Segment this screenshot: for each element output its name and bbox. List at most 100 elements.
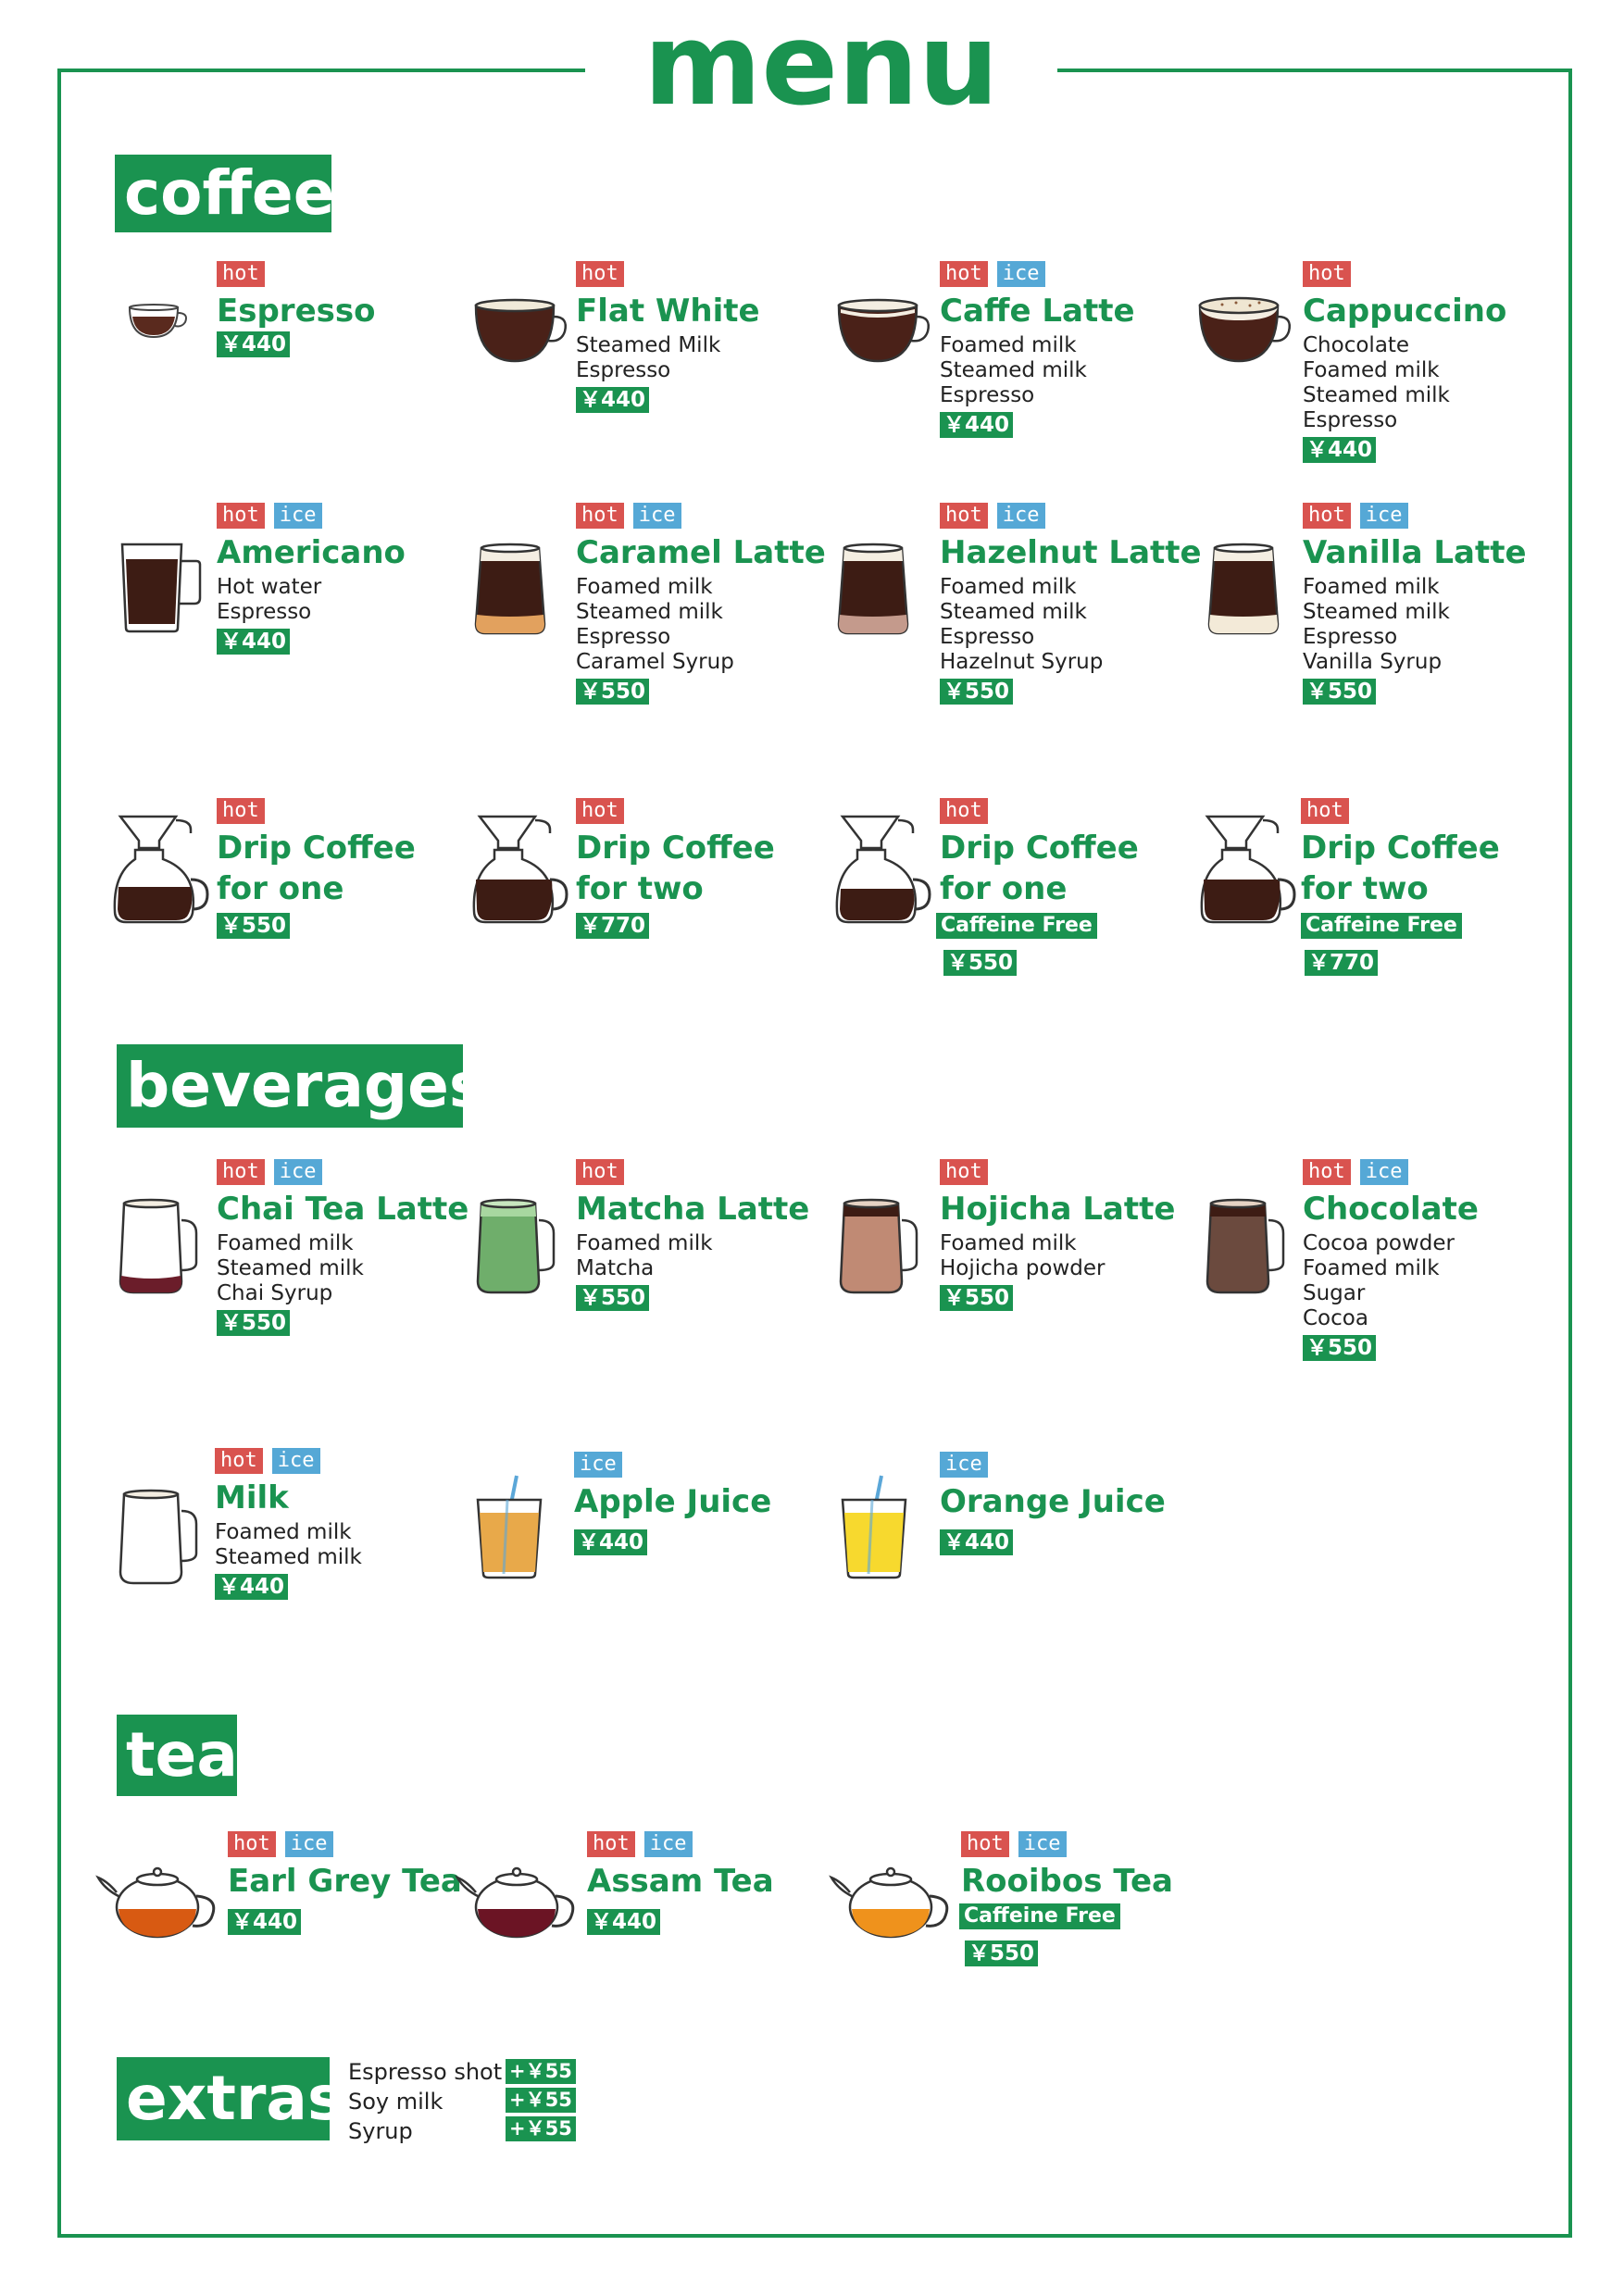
ice-tag: ice — [273, 503, 322, 529]
item-name: Rooibos Tea — [961, 1863, 1174, 1900]
section-coffee-heading: coffee — [115, 155, 334, 232]
hot-tag: hot — [217, 503, 265, 529]
ingredient: Espresso — [940, 625, 1035, 649]
item-price: ￥770 — [1305, 950, 1379, 976]
item-price: ￥440 — [228, 1909, 302, 1935]
cappuccino-cup-icon — [1198, 296, 1291, 363]
item-name: Drip Coffee — [576, 830, 775, 867]
item-price: ￥440 — [940, 1529, 1014, 1555]
item-name-2: for one — [940, 870, 1068, 907]
ingredient: Foamed milk — [576, 575, 713, 599]
rooibos-teapot-icon — [829, 1866, 949, 1939]
hot-tag: hot — [576, 503, 624, 529]
hot-tag: hot — [1303, 1159, 1351, 1185]
ingredient: Espresso — [217, 600, 312, 624]
extras-list: Espresso shot Soy milk Syrup — [348, 2057, 502, 2146]
item-price: ￥550 — [965, 1940, 1039, 1966]
extra-price: +￥55 — [506, 2088, 576, 2113]
item-price: ￥440 — [1303, 437, 1377, 463]
item-price: ￥770 — [576, 913, 650, 939]
item-name: Caffe Latte — [940, 293, 1135, 330]
extras-prices: +￥55 +￥55 +￥55 — [506, 2059, 576, 2145]
extra-name: Espresso shot — [348, 2059, 503, 2085]
item-name: Drip Coffee — [217, 830, 416, 867]
hojicha-latte-glass-icon — [839, 1198, 918, 1294]
ingredient: Cocoa powder — [1303, 1231, 1455, 1255]
ingredient: Foamed milk — [576, 1231, 713, 1255]
item-name: Chai Tea Latte — [217, 1191, 469, 1228]
item-name-2: for two — [1301, 870, 1429, 907]
ingredient: Steamed milk — [217, 1256, 364, 1280]
ice-tag: ice — [996, 503, 1045, 529]
ingredient: Hazelnut Syrup — [940, 650, 1104, 674]
ingredient: Foamed milk — [940, 1231, 1077, 1255]
ingredient: Vanilla Syrup — [1303, 650, 1443, 674]
item-name: Flat White — [576, 293, 760, 330]
item-name: Hazelnut Latte — [940, 534, 1202, 571]
hot-tag: hot — [217, 798, 265, 824]
drip-coffee-pot-icon — [113, 815, 209, 924]
assam-teapot-icon — [455, 1866, 575, 1939]
caffeine-free-badge: Caffeine Free — [936, 913, 1097, 939]
ingredient: Caramel Syrup — [576, 650, 734, 674]
ice-tag: ice — [574, 1452, 622, 1478]
ingredient: Steamed milk — [1303, 383, 1450, 407]
ingredient: Cocoa — [1303, 1306, 1368, 1330]
item-price: ￥550 — [943, 950, 1018, 976]
extra-name: Soy milk — [348, 2089, 443, 2115]
ice-tag: ice — [273, 1159, 322, 1185]
ice-tag: ice — [1359, 1159, 1408, 1185]
item-name: Espresso — [217, 293, 376, 330]
ingredient: Foamed milk — [940, 575, 1077, 599]
item-name: Hojicha Latte — [940, 1191, 1176, 1228]
ingredient: Espresso — [576, 358, 671, 382]
drip-coffee-pot-icon — [472, 815, 568, 924]
hot-tag: hot — [576, 798, 624, 824]
hot-tag: hot — [1303, 261, 1351, 287]
drip-coffee-pot-icon — [835, 815, 931, 924]
hot-tag: hot — [228, 1831, 276, 1857]
americano-mug-icon — [120, 543, 202, 633]
hot-tag: hot — [217, 261, 265, 287]
item-price: ￥440 — [215, 1574, 289, 1600]
flat-white-cup-icon — [474, 298, 567, 363]
item-price: ￥440 — [217, 331, 291, 357]
ingredient: Hot water — [217, 575, 322, 599]
item-name: Orange Juice — [940, 1483, 1166, 1520]
menu-title: menu — [643, 0, 999, 131]
matcha-latte-glass-icon — [476, 1198, 556, 1294]
ingredient: Espresso — [1303, 625, 1398, 649]
ingredient: Foamed milk — [215, 1520, 352, 1544]
ingredient: Steamed milk — [940, 358, 1087, 382]
hot-tag: hot — [576, 261, 624, 287]
ingredient: Foamed milk — [940, 333, 1077, 357]
espresso-cup-icon — [128, 304, 187, 339]
extra-name: Syrup — [348, 2118, 413, 2144]
ingredient: Foamed milk — [1303, 358, 1440, 382]
chocolate-glass-icon — [1206, 1198, 1285, 1294]
hot-tag: hot — [1303, 503, 1351, 529]
item-name-2: for two — [576, 870, 704, 907]
item-price: ￥550 — [940, 1285, 1014, 1311]
hot-tag: hot — [940, 503, 988, 529]
ingredient: Hojicha powder — [940, 1256, 1106, 1280]
item-name: Earl Grey Tea — [228, 1863, 462, 1900]
item-name: Milk — [215, 1479, 289, 1516]
ice-tag: ice — [1359, 503, 1408, 529]
ingredient: Espresso — [940, 383, 1035, 407]
item-name: Americano — [217, 534, 406, 571]
ingredient: Steamed milk — [215, 1545, 362, 1569]
ingredient: Foamed milk — [217, 1231, 354, 1255]
earl-grey-teapot-icon — [95, 1866, 216, 1939]
chai-tea-latte-glass-icon — [119, 1198, 198, 1294]
hot-tag: hot — [576, 1159, 624, 1185]
item-price: ￥550 — [576, 1285, 650, 1311]
ice-tag: ice — [271, 1448, 320, 1474]
item-name: Cappuccino — [1303, 293, 1507, 330]
caffeine-free-badge: Caffeine Free — [1301, 913, 1462, 939]
orange-juice-glass-icon — [841, 1475, 907, 1579]
ingredient: Matcha — [576, 1256, 655, 1280]
item-name: Matcha Latte — [576, 1191, 810, 1228]
caffe-latte-cup-icon — [837, 298, 930, 363]
ice-tag: ice — [996, 261, 1045, 287]
